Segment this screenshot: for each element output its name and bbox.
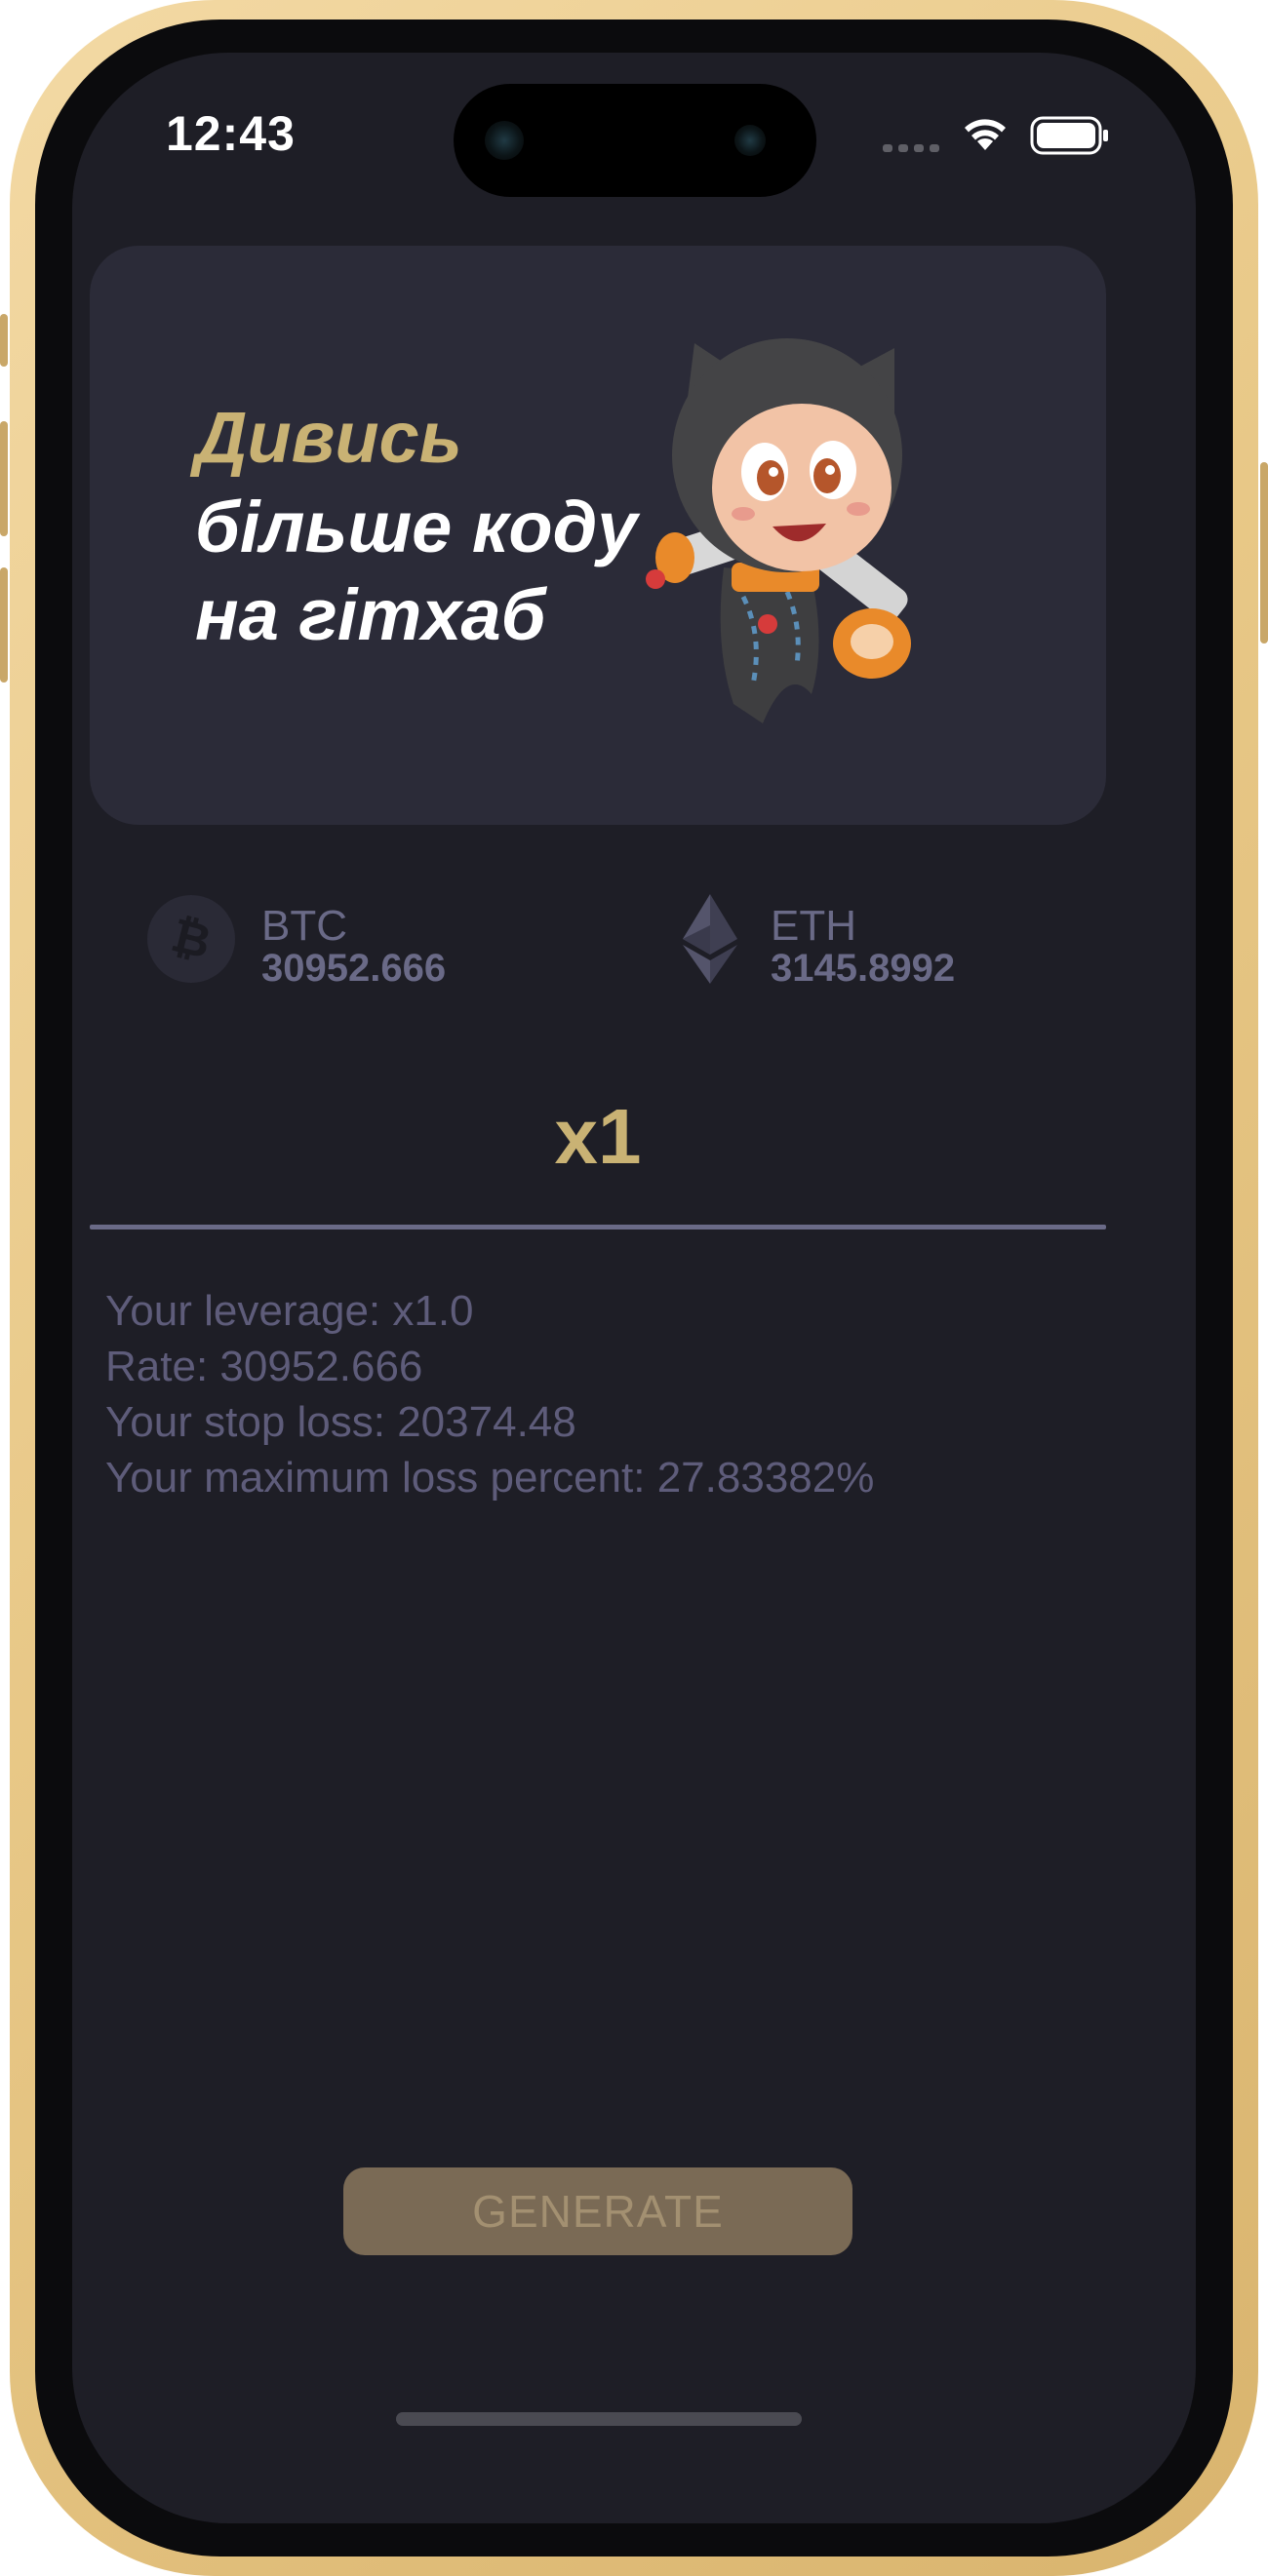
- banner-subline-1: більше коду: [195, 487, 638, 567]
- divider: [90, 1225, 1106, 1229]
- btc-price: 30952.666: [261, 947, 447, 990]
- rate-info: Rate: 30952.666: [105, 1343, 423, 1390]
- generate-button[interactable]: GENERATE: [343, 2167, 852, 2255]
- banner-headline: Дивись: [195, 397, 462, 478]
- dynamic-island: [454, 84, 816, 197]
- volume-up-button: [0, 421, 8, 536]
- volume-down-button: [0, 567, 8, 683]
- eth-symbol: ETH: [771, 902, 856, 950]
- power-button: [1260, 462, 1268, 644]
- leverage-info: Your leverage: x1.0: [105, 1287, 474, 1335]
- eth-price: 3145.8992: [771, 947, 956, 990]
- action-button: [0, 314, 8, 367]
- octocat-jetpack-illustration: [646, 338, 911, 723]
- camera-lens-icon: [485, 121, 524, 160]
- sensor-lens-icon: [734, 125, 766, 156]
- max-loss-info: Your maximum loss percent: 27.83382%: [105, 1454, 875, 1502]
- trade-info: Your leverage: x1.0 Rate: 30952.666 Your…: [105, 1283, 874, 1505]
- ethereum-icon: [683, 894, 737, 984]
- wifi-icon: [965, 119, 1006, 150]
- banner-subline-2: на гітхаб: [195, 574, 546, 655]
- home-indicator[interactable]: [396, 2412, 802, 2426]
- leverage-value: x1: [554, 1093, 642, 1180]
- btc-symbol: BTC: [261, 902, 347, 950]
- stop-loss-info: Your stop loss: 20374.48: [105, 1398, 576, 1446]
- cellular-signal-icon: [883, 144, 939, 152]
- github-promo-banner[interactable]: Дивись більше коду на гітхаб: [90, 246, 1106, 825]
- battery-icon: [1030, 116, 1108, 155]
- status-time: 12:43: [166, 106, 296, 161]
- bitcoin-icon: ₿: [147, 895, 235, 983]
